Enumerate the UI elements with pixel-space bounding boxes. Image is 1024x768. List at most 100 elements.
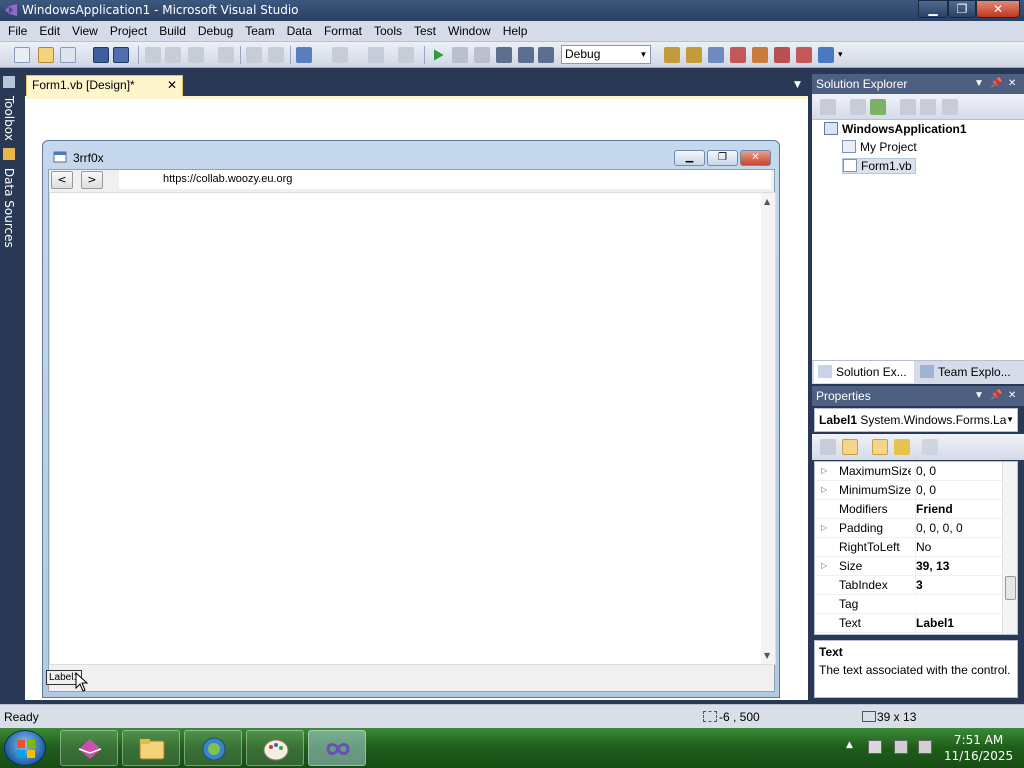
data-sources-tab[interactable]: Data Sources — [2, 148, 16, 248]
menu-debug[interactable]: Debug — [192, 22, 239, 41]
action-center-icon[interactable] — [868, 740, 882, 754]
show-hidden-icons[interactable]: ▲ — [846, 740, 853, 750]
close-panel-icon[interactable]: ✕ — [1008, 386, 1016, 406]
solution-configuration-dropdown[interactable]: Debug ▼ — [561, 45, 651, 64]
pin-icon[interactable]: 📌 — [990, 74, 1002, 94]
events-lightning-icon[interactable] — [894, 439, 910, 455]
toolbar-options-icon[interactable]: ▾ — [838, 47, 848, 63]
property-row[interactable]: ▷ Size 39, 13 — [815, 557, 1003, 576]
property-value[interactable]: 0, 0, 0, 0 — [915, 519, 1003, 537]
step-out-icon[interactable] — [538, 47, 554, 63]
menu-help[interactable]: Help — [497, 22, 534, 41]
maximize-button[interactable]: ❐ — [948, 0, 976, 18]
property-row[interactable]: ▷ MinimumSize 0, 0 — [815, 481, 1003, 500]
network-icon[interactable] — [894, 740, 908, 754]
scroll-thumb[interactable] — [1005, 576, 1016, 600]
minimize-button[interactable]: ▁ — [918, 0, 948, 18]
close-panel-icon[interactable]: ✕ — [1008, 74, 1016, 94]
find-icon[interactable] — [218, 47, 234, 63]
navigate-forward-icon[interactable] — [398, 47, 414, 63]
save-all-icon[interactable] — [113, 47, 129, 63]
properties-view-icon[interactable] — [872, 439, 888, 455]
toolbox-tab[interactable]: Toolbox — [2, 76, 16, 141]
property-pages-icon[interactable] — [922, 439, 938, 455]
form-close-button[interactable]: ✕ — [740, 150, 771, 166]
step-over-icon[interactable] — [518, 47, 534, 63]
close-button[interactable]: ✕ — [976, 0, 1020, 18]
navigate-backward-icon[interactable] — [368, 47, 384, 63]
refresh-icon[interactable] — [870, 99, 886, 115]
class-view-icon[interactable] — [942, 99, 958, 115]
menu-file[interactable]: File — [2, 22, 33, 41]
start-debugging-icon[interactable] — [434, 49, 444, 61]
property-value[interactable]: 3 — [915, 576, 1003, 594]
show-all-files-icon[interactable] — [850, 99, 866, 115]
copy-icon[interactable] — [165, 47, 181, 63]
active-files-dropdown-icon[interactable]: ▼ — [794, 80, 801, 90]
tab-form1-design[interactable]: Form1.vb [Design]* ✕ — [26, 75, 183, 96]
browser-scrollbar[interactable]: ▲ ▼ — [761, 193, 775, 664]
url-textbox[interactable]: https://collab.woozy.eu.org — [119, 170, 771, 189]
new-project-icon[interactable] — [14, 47, 30, 63]
start-button[interactable] — [4, 730, 46, 766]
menu-tools[interactable]: Tools — [368, 22, 408, 41]
properties-icon[interactable] — [820, 99, 836, 115]
properties-window-icon[interactable] — [708, 47, 724, 63]
object-selector[interactable]: Label1 System.Windows.Forms.La ▼ — [814, 408, 1018, 432]
expand-arrow-icon[interactable]: ▷ — [821, 481, 827, 499]
web-browser-control[interactable]: ▲ ▼ — [49, 192, 776, 665]
command-window-icon[interactable] — [818, 47, 834, 63]
property-value[interactable]: No — [915, 538, 1003, 556]
object-browser-icon[interactable] — [730, 47, 746, 63]
taskbar-visual-studio[interactable] — [308, 730, 366, 766]
stop-icon[interactable] — [474, 47, 490, 63]
property-row[interactable]: TabIndex 3 — [815, 576, 1003, 595]
property-row[interactable]: ▷ Padding 0, 0, 0, 0 — [815, 519, 1003, 538]
property-value[interactable]: Friend — [915, 500, 1003, 518]
form-client-area[interactable]: < > https://collab.woozy.eu.org ▲ ▼ Labe… — [46, 169, 776, 692]
property-row[interactable]: ▷ MaximumSize 0, 0 — [815, 462, 1003, 481]
menu-format[interactable]: Format — [318, 22, 368, 41]
pin-icon[interactable]: 📌 — [990, 386, 1002, 406]
expand-arrow-icon[interactable]: ▷ — [821, 519, 827, 537]
close-tab-icon[interactable]: ✕ — [167, 76, 177, 95]
volume-muted-icon[interactable] — [918, 740, 932, 754]
window-position-icon[interactable]: ▼ — [974, 386, 984, 406]
scroll-up-icon[interactable]: ▲ — [764, 197, 770, 206]
design-surface[interactable]: 3rrf0x ▁ ❐ ✕ < > https://collab.woozy.eu… — [25, 99, 808, 700]
uncomment-icon[interactable] — [268, 47, 284, 63]
form-minimize-button[interactable]: ▁ — [674, 150, 705, 166]
designed-form[interactable]: 3rrf0x ▁ ❐ ✕ < > https://collab.woozy.eu… — [42, 140, 780, 698]
expand-arrow-icon[interactable]: ▷ — [821, 557, 827, 575]
find-in-files-icon[interactable] — [664, 47, 680, 63]
property-value[interactable]: Label1 — [915, 614, 1003, 632]
menu-test[interactable]: Test — [408, 22, 442, 41]
menu-window[interactable]: Window — [442, 22, 497, 41]
back-button[interactable]: < — [51, 171, 73, 189]
expand-arrow-icon[interactable]: ▷ — [821, 462, 827, 480]
solution-explorer-icon[interactable] — [686, 47, 702, 63]
property-row[interactable]: Tag — [815, 595, 1003, 614]
menu-project[interactable]: Project — [104, 22, 153, 41]
property-value[interactable]: 0, 0 — [915, 462, 1003, 480]
clock[interactable]: 7:51 AM 11/16/2025 — [944, 732, 1013, 764]
open-folder-icon[interactable] — [38, 47, 54, 63]
property-value[interactable]: 0, 0 — [915, 481, 1003, 499]
taskbar-paint[interactable] — [246, 730, 304, 766]
redo-icon[interactable] — [332, 47, 348, 63]
categorized-icon[interactable] — [820, 439, 836, 455]
tree-form1[interactable]: Form1.vb — [842, 158, 916, 174]
tree-my-project[interactable]: My Project — [842, 140, 917, 154]
property-value[interactable]: 39, 13 — [915, 557, 1003, 575]
tree-solution[interactable]: WindowsApplication1 — [824, 122, 967, 136]
taskbar-visual-studio-ide[interactable] — [60, 730, 118, 766]
menu-data[interactable]: Data — [281, 22, 318, 41]
menu-team[interactable]: Team — [239, 22, 280, 41]
save-icon[interactable] — [93, 47, 109, 63]
pause-icon[interactable] — [452, 47, 468, 63]
window-position-icon[interactable]: ▼ — [974, 74, 984, 94]
form-maximize-button[interactable]: ❐ — [707, 150, 738, 166]
add-item-icon[interactable] — [60, 47, 76, 63]
tab-team-explorer[interactable]: Team Explo... — [916, 361, 1011, 383]
paste-icon[interactable] — [188, 47, 204, 63]
